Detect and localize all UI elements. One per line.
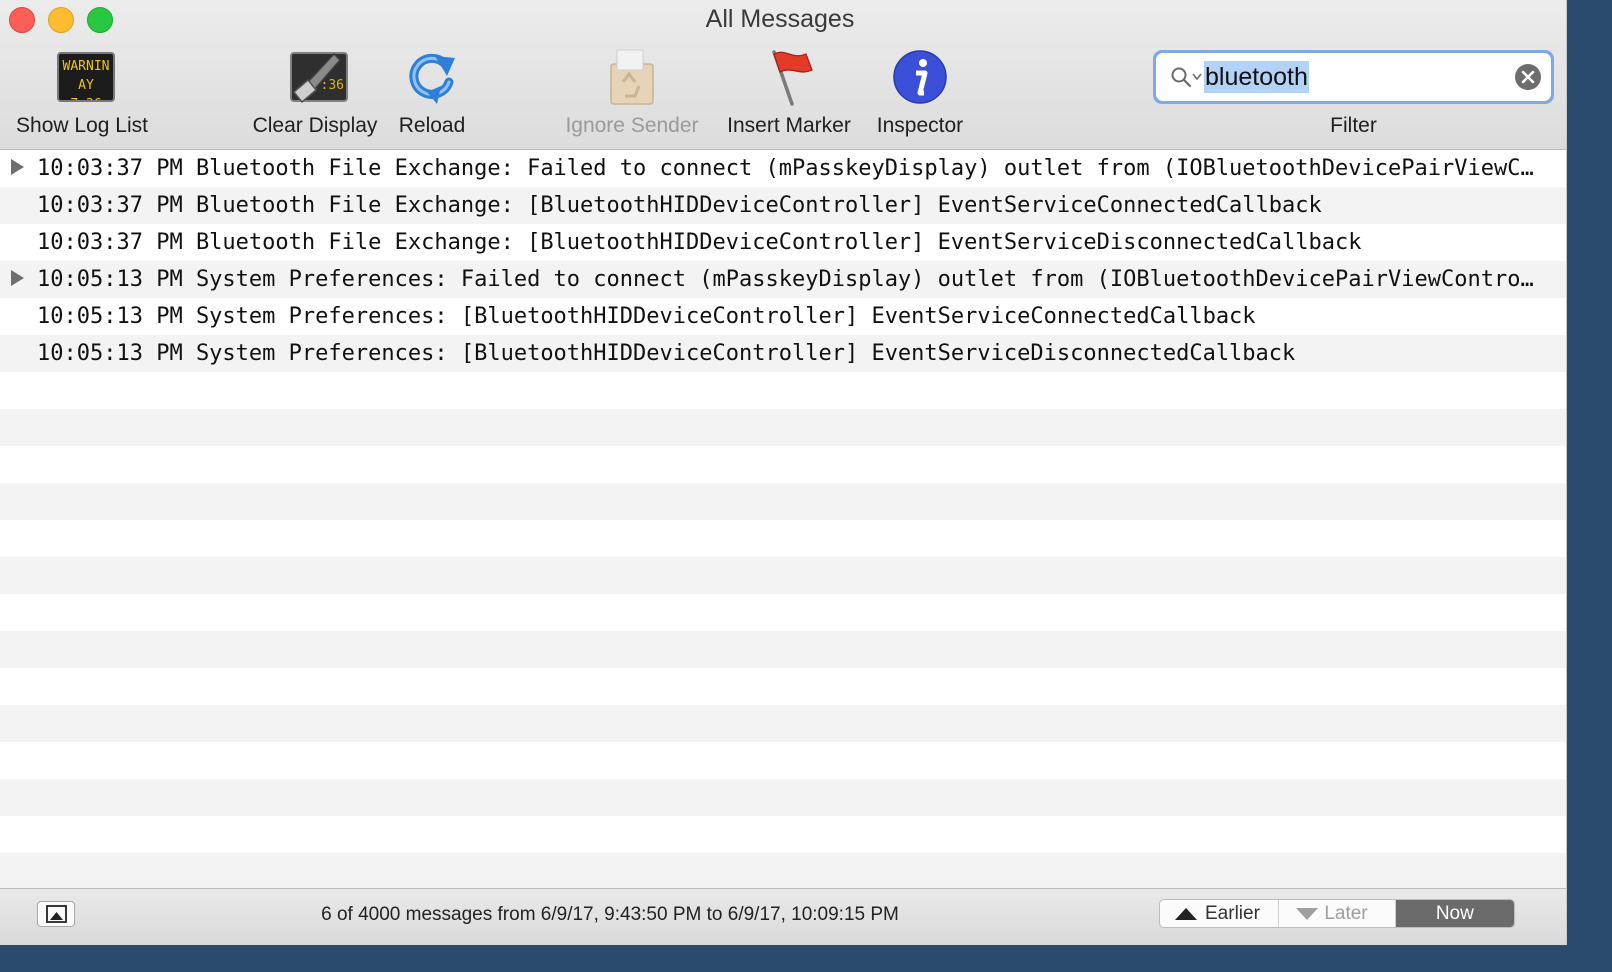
- empty-log-row: [0, 705, 1566, 742]
- log-row[interactable]: 10:05:13 PM System Preferences: [Bluetoo…: [0, 335, 1566, 372]
- empty-log-row: [0, 742, 1566, 779]
- recycle-bag-icon: [601, 46, 663, 108]
- log-row[interactable]: 10:03:37 PM Bluetooth File Exchange: [Bl…: [0, 224, 1566, 261]
- log-message-text: 10:03:37 PM Bluetooth File Exchange: [Bl…: [37, 193, 1322, 218]
- ignore-sender-label: Ignore Sender: [565, 114, 699, 137]
- filter-input[interactable]: bluetooth: [1204, 61, 1309, 93]
- log-row[interactable]: 10:05:13 PM System Preferences: [Bluetoo…: [0, 298, 1566, 335]
- empty-log-row: [0, 668, 1566, 705]
- empty-log-row: [0, 372, 1566, 409]
- time-navigation-control: Earlier Later Now: [1159, 899, 1515, 928]
- later-label: Later: [1324, 903, 1368, 924]
- clear-display-label: Clear Display: [252, 114, 378, 137]
- console-icon-line-2: AY 7:36: [70, 78, 101, 100]
- insert-marker-label: Insert Marker: [727, 114, 851, 137]
- broom-console-icon: 7:36: [284, 46, 348, 108]
- console-icon-line-1: WARNIN: [62, 59, 110, 74]
- filter-search-field[interactable]: bluetooth: [1153, 50, 1554, 104]
- status-bar: 6 of 4000 messages from 6/9/17, 9:43:50 …: [0, 888, 1566, 945]
- log-message-text: 10:05:13 PM System Preferences: Failed t…: [37, 267, 1537, 292]
- empty-log-row: [0, 483, 1566, 520]
- log-message-list[interactable]: 10:03:37 PM Bluetooth File Exchange: Fai…: [0, 150, 1566, 888]
- show-log-list-label: Show Log List: [16, 114, 148, 137]
- filter-label: Filter: [1330, 114, 1377, 137]
- search-icon[interactable]: [1170, 66, 1192, 88]
- log-message-text: 10:05:13 PM System Preferences: [Bluetoo…: [37, 304, 1256, 329]
- toolbar: All Messages WARNIN AY 7:36 Show Log Lis…: [0, 0, 1566, 150]
- now-button[interactable]: Now: [1395, 900, 1514, 927]
- arrow-down-icon: [1296, 908, 1319, 920]
- empty-log-row: [0, 446, 1566, 483]
- earlier-label: Earlier: [1205, 903, 1260, 924]
- disclosure-triangle-icon[interactable]: [11, 159, 24, 175]
- empty-log-row: [0, 631, 1566, 668]
- log-row[interactable]: 10:05:13 PM System Preferences: Failed t…: [0, 261, 1566, 298]
- window-title: All Messages: [705, 5, 855, 33]
- console-log-icon: WARNIN AY 7:36: [51, 46, 115, 108]
- empty-log-row: [0, 816, 1566, 853]
- log-row[interactable]: 10:03:37 PM Bluetooth File Exchange: Fai…: [0, 150, 1566, 187]
- log-message-text: 10:03:37 PM Bluetooth File Exchange: [Bl…: [37, 230, 1362, 255]
- reload-label: Reload: [398, 114, 466, 137]
- empty-log-row: [0, 409, 1566, 446]
- earlier-button[interactable]: Earlier: [1160, 900, 1280, 927]
- info-icon: [889, 46, 951, 108]
- log-message-text: 10:03:37 PM Bluetooth File Exchange: Fai…: [37, 156, 1537, 181]
- console-window: All Messages WARNIN AY 7:36 Show Log Lis…: [0, 0, 1567, 945]
- inspector-label: Inspector: [876, 114, 964, 137]
- arrow-up-icon: [1175, 908, 1197, 920]
- empty-log-row: [0, 594, 1566, 631]
- message-count-summary: 6 of 4000 messages from 6/9/17, 9:43:50 …: [321, 904, 899, 925]
- empty-log-row: [0, 520, 1566, 557]
- empty-log-row: [0, 779, 1566, 816]
- reload-icon: [401, 46, 463, 108]
- chevron-down-icon: [1192, 73, 1202, 81]
- red-flag-icon: [758, 46, 820, 108]
- now-label: Now: [1435, 903, 1474, 924]
- empty-log-row: [0, 853, 1566, 888]
- disclosure-triangle-icon[interactable]: [11, 270, 24, 286]
- log-row[interactable]: 10:03:37 PM Bluetooth File Exchange: [Bl…: [0, 187, 1566, 224]
- log-message-text: 10:05:13 PM System Preferences: [Bluetoo…: [37, 341, 1296, 366]
- empty-log-row: [0, 557, 1566, 594]
- clear-search-icon[interactable]: [1515, 64, 1541, 90]
- later-button[interactable]: Later: [1279, 900, 1396, 927]
